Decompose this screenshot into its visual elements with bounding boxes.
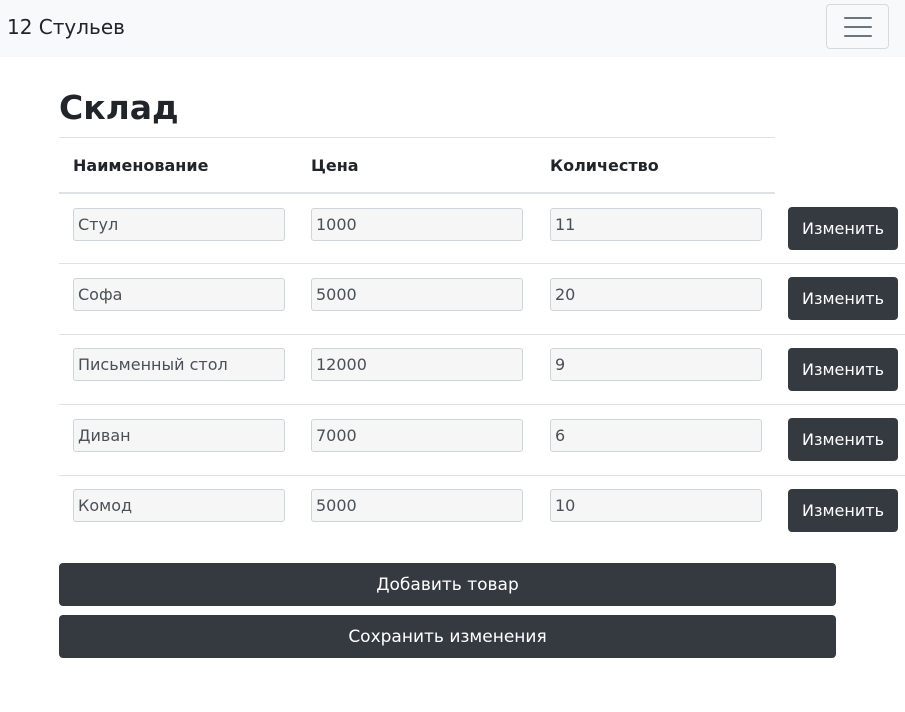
product-name-input[interactable] xyxy=(73,208,285,241)
table-header-bottom-border xyxy=(59,192,775,194)
product-name-input[interactable] xyxy=(73,419,285,452)
product-name-input[interactable] xyxy=(73,348,285,381)
product-price-input[interactable] xyxy=(311,278,523,311)
edit-button[interactable]: Изменить xyxy=(788,489,898,532)
navbar-brand[interactable]: 12 Стульев xyxy=(7,13,125,41)
save-changes-button[interactable]: Сохранить изменения xyxy=(59,615,836,658)
table-header-top-border xyxy=(59,137,775,138)
product-price-input[interactable] xyxy=(311,348,523,381)
product-quantity-input[interactable] xyxy=(550,278,762,311)
hamburger-bar xyxy=(844,17,872,19)
column-header-price: Цена xyxy=(311,156,359,175)
edit-button[interactable]: Изменить xyxy=(788,418,898,461)
row-divider xyxy=(59,475,905,476)
navbar: 12 Стульев xyxy=(0,0,905,57)
product-name-input[interactable] xyxy=(73,278,285,311)
row-divider xyxy=(59,334,905,335)
row-divider xyxy=(59,404,905,405)
product-quantity-input[interactable] xyxy=(550,348,762,381)
product-price-input[interactable] xyxy=(311,419,523,452)
add-product-button[interactable]: Добавить товар xyxy=(59,563,836,606)
navbar-toggler-button[interactable] xyxy=(826,4,889,49)
product-quantity-input[interactable] xyxy=(550,489,762,522)
product-price-input[interactable] xyxy=(311,208,523,241)
product-quantity-input[interactable] xyxy=(550,419,762,452)
product-quantity-input[interactable] xyxy=(550,208,762,241)
product-price-input[interactable] xyxy=(311,489,523,522)
page-title: Склад xyxy=(59,88,179,127)
row-divider xyxy=(59,263,905,264)
product-name-input[interactable] xyxy=(73,489,285,522)
edit-button[interactable]: Изменить xyxy=(788,207,898,250)
column-header-quantity: Количество xyxy=(550,156,659,175)
hamburger-bar xyxy=(844,35,872,37)
column-header-name: Наименование xyxy=(73,156,209,175)
edit-button[interactable]: Изменить xyxy=(788,348,898,391)
edit-button[interactable]: Изменить xyxy=(788,277,898,320)
hamburger-bar xyxy=(844,26,872,28)
